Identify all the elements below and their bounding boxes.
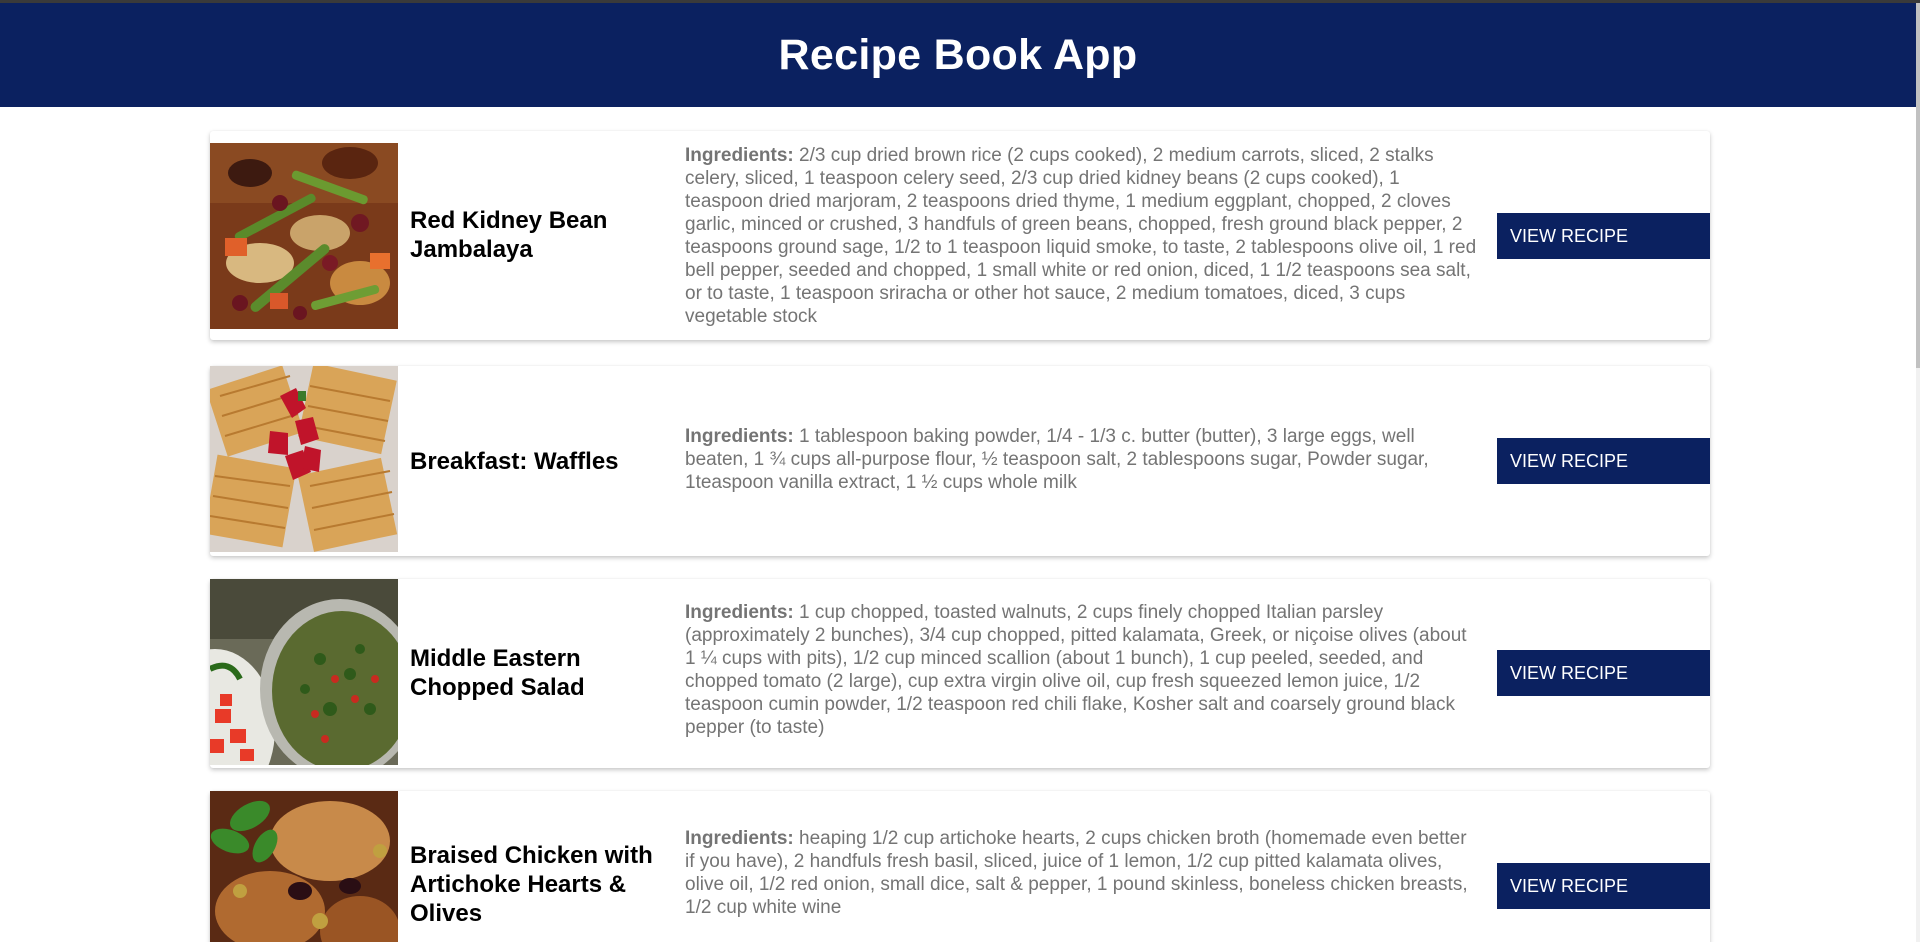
recipe-image-chicken bbox=[210, 791, 398, 942]
recipe-title[interactable]: Braised Chicken with Artichoke Hearts & … bbox=[410, 841, 660, 928]
view-recipe-button[interactable]: VIEW RECIPE bbox=[1497, 438, 1710, 484]
app-viewport: Recipe Book App Red Kidney Bean Jambalay… bbox=[0, 0, 1920, 942]
recipe-image-jambalaya bbox=[210, 143, 398, 329]
recipe-ingredients: Ingredients: 1 cup chopped, toasted waln… bbox=[685, 601, 1480, 739]
ingredients-label: Ingredients: bbox=[685, 602, 794, 623]
recipe-ingredients: Ingredients: heaping 1/2 cup artichoke h… bbox=[685, 827, 1480, 919]
ingredients-text: heaping 1/2 cup artichoke hearts, 2 cups… bbox=[685, 828, 1468, 918]
ingredients-text: 1 tablespoon baking powder, 1/4 - 1/3 c.… bbox=[685, 426, 1429, 493]
recipe-card: Braised Chicken with Artichoke Hearts & … bbox=[210, 791, 1710, 942]
page-scrollbar-thumb[interactable] bbox=[1916, 3, 1920, 368]
ingredients-label: Ingredients: bbox=[685, 145, 794, 166]
recipe-ingredients: Ingredients: 1 tablespoon baking powder,… bbox=[685, 425, 1480, 494]
ingredients-text: 2/3 cup dried brown rice (2 cups cooked)… bbox=[685, 145, 1477, 327]
recipe-title[interactable]: Red Kidney Bean Jambalaya bbox=[410, 206, 660, 264]
recipe-title[interactable]: Breakfast: Waffles bbox=[410, 447, 660, 476]
page-title: Recipe Book App bbox=[778, 30, 1138, 79]
recipe-image-salad bbox=[210, 579, 398, 765]
app-header: Recipe Book App bbox=[0, 3, 1916, 107]
recipe-card: Red Kidney Bean Jambalaya Ingredients: 2… bbox=[210, 131, 1710, 340]
ingredients-text: 1 cup chopped, toasted walnuts, 2 cups f… bbox=[685, 602, 1467, 738]
ingredients-label: Ingredients: bbox=[685, 828, 794, 849]
recipe-card: Breakfast: Waffles Ingredients: 1 tables… bbox=[210, 366, 1710, 556]
recipe-card: Middle Eastern Chopped Salad Ingredients… bbox=[210, 579, 1710, 768]
view-recipe-button[interactable]: VIEW RECIPE bbox=[1497, 863, 1710, 909]
ingredients-label: Ingredients: bbox=[685, 426, 794, 447]
view-recipe-button[interactable]: VIEW RECIPE bbox=[1497, 213, 1710, 259]
view-recipe-button[interactable]: VIEW RECIPE bbox=[1497, 650, 1710, 696]
recipe-title[interactable]: Middle Eastern Chopped Salad bbox=[410, 644, 660, 702]
recipe-ingredients: Ingredients: 2/3 cup dried brown rice (2… bbox=[685, 144, 1480, 328]
recipe-image-waffles bbox=[210, 366, 398, 552]
